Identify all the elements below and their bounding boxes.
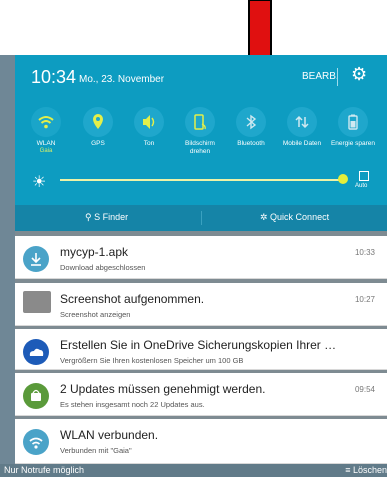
clear-icon: ≡	[345, 465, 353, 475]
rotate-icon	[185, 107, 215, 137]
toggle-mobile-data[interactable]: Mobile Daten	[279, 107, 325, 148]
footer-bar: Nur Notrufe möglich ≡ Löschen	[0, 464, 387, 477]
notification-subtitle: Vergrößern Sie Ihren kostenlosen Speiche…	[60, 356, 244, 365]
notification-subtitle: Es stehen insgesamt noch 22 Updates aus.	[60, 400, 205, 409]
search-icon: ⚲	[85, 212, 95, 222]
quick-connect-icon: ✲	[260, 212, 271, 222]
mobile-data-icon	[287, 107, 317, 137]
updates-icon	[23, 383, 49, 409]
auto-brightness-label: Auto	[355, 183, 368, 189]
notification-subtitle: Screenshot anzeigen	[60, 310, 131, 319]
quick-connect-button[interactable]: ✲ Quick Connect	[260, 212, 329, 223]
background-app-strip	[0, 55, 15, 477]
divider	[337, 68, 338, 86]
brightness-icon: ☀	[32, 174, 47, 191]
toggle-ton[interactable]: Ton	[126, 107, 172, 148]
toggle-label: Ton	[143, 140, 155, 147]
onedrive-icon	[23, 339, 49, 365]
toggle-label: Bildschirm drehen	[185, 140, 215, 155]
brightness-slider-handle[interactable]	[338, 174, 348, 184]
emergency-only-label: Nur Notrufe möglich	[4, 465, 85, 475]
action-bar: ⚲ S Finder ✲ Quick Connect	[15, 205, 387, 231]
divider	[201, 211, 202, 225]
toggle-sub-label: Gaia	[39, 148, 53, 154]
download-icon	[23, 246, 49, 272]
notification-title: Screenshot aufgenommen.	[60, 292, 205, 306]
toggle-rotate[interactable]: Bildschirm drehen	[177, 107, 223, 156]
quick-settings: 10:34 Mo., 23. November BEARB. ⚙ WLAN Ga…	[15, 55, 387, 205]
toggle-wlan[interactable]: WLAN Gaia	[23, 107, 69, 155]
edit-button[interactable]: BEARB.	[302, 71, 339, 82]
toggle-gps[interactable]: GPS	[75, 107, 121, 148]
notification-title: 2 Updates müssen genehmigt werden.	[60, 382, 266, 396]
s-finder-label: S Finder	[94, 212, 129, 222]
quick-connect-label: Quick Connect	[270, 212, 330, 222]
clock: 10:34	[31, 67, 77, 87]
sound-icon	[134, 107, 164, 137]
toggle-bluetooth[interactable]: Bluetooth	[228, 107, 274, 148]
notification-time: 09:54	[354, 385, 375, 394]
toggle-label: Mobile Daten	[282, 140, 322, 147]
notification-item[interactable]: WLAN verbunden. Verbunden mit "Gaia"	[15, 419, 387, 464]
bluetooth-icon	[236, 107, 266, 137]
brightness-slider[interactable]	[60, 179, 342, 181]
toggle-label: GPS	[91, 140, 105, 147]
toggle-label: WLAN	[36, 140, 56, 147]
wifi-icon	[23, 429, 49, 455]
notification-title: mycyp-1.apk	[60, 245, 129, 259]
notification-item[interactable]: Erstellen Sie in OneDrive Sicherungskopi…	[15, 329, 387, 370]
notification-title: WLAN verbunden.	[60, 428, 159, 442]
notification-time: 10:27	[354, 295, 375, 304]
notification-item[interactable]: 2 Updates müssen genehmigt werden. Es st…	[15, 373, 387, 416]
notification-time: 10:33	[354, 248, 375, 257]
toggle-label: Energie sparen	[330, 140, 376, 147]
notification-item[interactable]: Screenshot aufgenommen. Screenshot anzei…	[15, 283, 387, 326]
toggle-label: Bluetooth	[237, 140, 265, 147]
auto-brightness-checkbox[interactable]	[359, 171, 369, 181]
clear-all-button[interactable]: ≡ Löschen	[345, 465, 387, 475]
notification-subtitle: Verbunden mit "Gaia"	[60, 446, 132, 455]
screenshot-thumbnail-icon	[23, 291, 51, 313]
clear-label: Löschen	[352, 465, 387, 475]
wifi-icon	[31, 107, 61, 137]
battery-icon	[338, 107, 368, 137]
location-icon	[83, 107, 113, 137]
toggle-energy-save[interactable]: Energie sparen	[330, 107, 376, 148]
notification-subtitle: Download abgeschlossen	[60, 263, 146, 272]
notification-panel: 10:34 Mo., 23. November BEARB. ⚙ WLAN Ga…	[15, 55, 387, 477]
gear-icon[interactable]: ⚙	[351, 65, 367, 83]
s-finder-button[interactable]: ⚲ S Finder	[85, 212, 128, 223]
notification-item[interactable]: mycyp-1.apk Download abgeschlossen 10:33	[15, 236, 387, 279]
notification-title: Erstellen Sie in OneDrive Sicherungskopi…	[60, 338, 342, 352]
date: Mo., 23. November	[79, 74, 165, 85]
